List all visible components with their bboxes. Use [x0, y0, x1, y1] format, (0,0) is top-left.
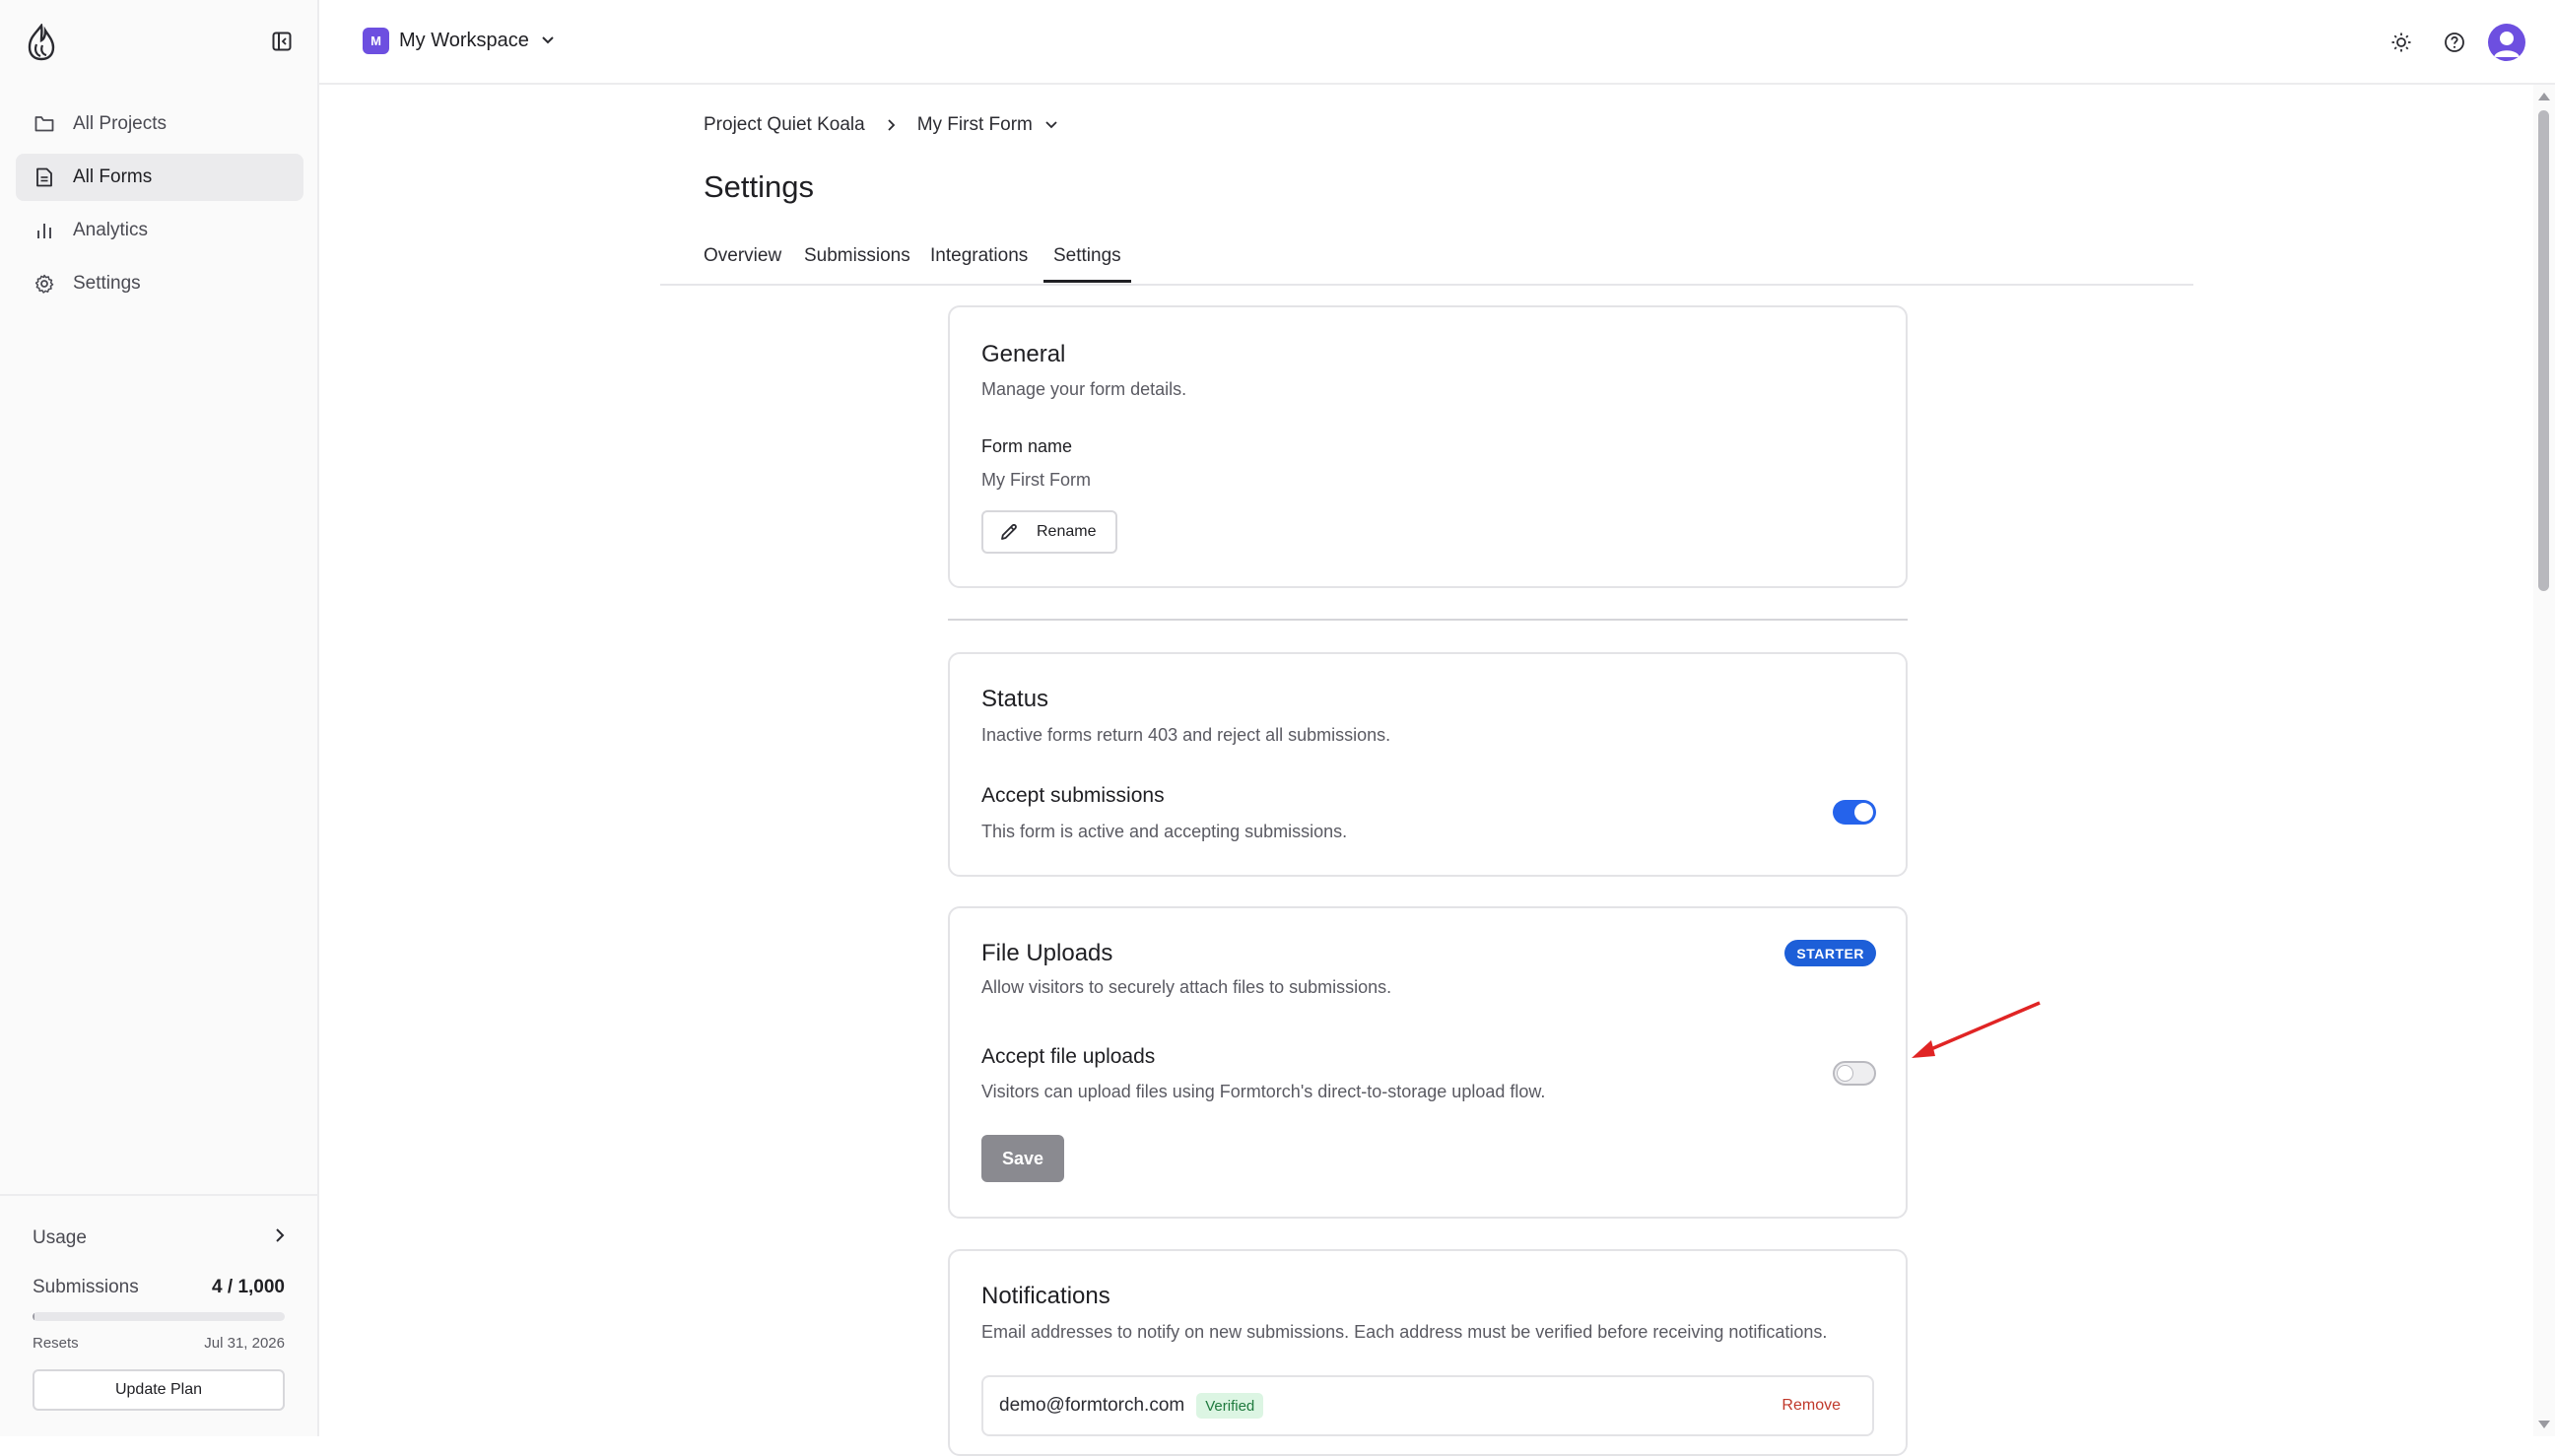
scroll-down-arrow-icon[interactable] — [2538, 1421, 2550, 1428]
workspace-switcher[interactable]: M My Workspace — [363, 28, 555, 54]
toggle-knob — [1854, 803, 1873, 822]
accept-file-uploads-label: Accept file uploads — [981, 1045, 1156, 1068]
top-icons — [2366, 24, 2525, 61]
usage-submissions-label: Submissions — [33, 1277, 139, 1297]
sidebar: All Projects All Forms Analytics Setting… — [0, 0, 319, 1436]
resets-date: Jul 31, 2026 — [204, 1335, 285, 1352]
save-button[interactable]: Save — [981, 1135, 1064, 1182]
section-divider — [948, 619, 1908, 621]
tab-submissions[interactable]: Submissions — [804, 245, 910, 280]
file-uploads-card: File Uploads STARTER Allow visitors to s… — [948, 906, 1908, 1219]
user-avatar-icon[interactable] — [2488, 24, 2525, 61]
top-bar: M My Workspace — [319, 0, 2555, 85]
accept-submissions-toggle[interactable] — [1833, 800, 1876, 825]
scroll-up-arrow-icon[interactable] — [2538, 93, 2550, 100]
tab-bar: Overview Submissions Integrations Settin… — [660, 236, 2193, 286]
sidebar-item-label: Analytics — [73, 220, 149, 240]
usage-header[interactable]: Usage — [33, 1227, 285, 1249]
notifications-card: Notifications Email addresses to notify … — [948, 1249, 1908, 1456]
rename-label: Rename — [1037, 523, 1097, 540]
general-description: Manage your form details. — [981, 379, 1187, 399]
annotation-arrow-icon — [1912, 1001, 2041, 1058]
page-scrollbar[interactable] — [2533, 85, 2555, 1436]
chevron-right-icon — [887, 118, 896, 132]
accept-submissions-description: This form is active and accepting submis… — [981, 822, 1348, 841]
sidebar-collapse-icon[interactable] — [268, 28, 296, 55]
form-name-value: My First Form — [981, 470, 1091, 490]
folder-icon — [34, 113, 55, 135]
notification-recipient-row: demo@formtorch.com Verified Remove — [981, 1375, 1874, 1436]
file-uploads-title: File Uploads — [981, 940, 1113, 966]
chevron-down-icon[interactable] — [1044, 120, 1058, 130]
help-icon[interactable] — [2437, 25, 2472, 60]
usage-submissions-value: 4 / 1,000 — [212, 1277, 285, 1297]
status-title: Status — [981, 686, 1049, 712]
tab-settings[interactable]: Settings — [1043, 245, 1131, 283]
workspace-name: My Workspace — [399, 30, 529, 51]
sidebar-item-settings[interactable]: Settings — [16, 260, 303, 307]
chevron-down-icon — [541, 33, 555, 50]
status-description: Inactive forms return 403 and reject all… — [981, 725, 1391, 745]
verified-badge: Verified — [1196, 1393, 1264, 1419]
status-card: Status Inactive forms return 403 and rej… — [948, 652, 1908, 877]
page-title: Settings — [704, 169, 815, 204]
sidebar-item-label: All Forms — [73, 166, 153, 187]
chevron-right-icon — [275, 1227, 285, 1249]
sidebar-item-label: All Projects — [73, 113, 168, 134]
accept-file-uploads-toggle[interactable] — [1833, 1061, 1876, 1086]
usage-resets-row: Resets Jul 31, 2026 — [33, 1335, 285, 1352]
recipient-email: demo@formtorch.com — [999, 1395, 1185, 1416]
pencil-icon — [999, 522, 1019, 542]
tab-overview[interactable]: Overview — [704, 245, 781, 280]
usage-submissions-row: Submissions 4 / 1,000 — [33, 1277, 285, 1298]
toggle-knob — [1837, 1065, 1853, 1082]
sidebar-item-all-projects[interactable]: All Projects — [16, 100, 303, 148]
starter-badge: STARTER — [1784, 940, 1876, 966]
gear-icon — [34, 273, 55, 295]
breadcrumb: Project Quiet Koala My First Form — [704, 114, 1058, 136]
sidebar-item-label: Settings — [73, 273, 141, 294]
breadcrumb-project[interactable]: Project Quiet Koala — [704, 114, 865, 136]
resets-label: Resets — [33, 1335, 79, 1352]
usage-title: Usage — [33, 1227, 87, 1248]
usage-progress-fill — [33, 1312, 34, 1321]
sidebar-item-analytics[interactable]: Analytics — [16, 207, 303, 254]
sidebar-item-all-forms[interactable]: All Forms — [16, 154, 303, 201]
file-uploads-description: Allow visitors to securely attach files … — [981, 977, 1392, 997]
sidebar-nav: All Projects All Forms Analytics Setting… — [16, 100, 303, 313]
accept-submissions-label: Accept submissions — [981, 784, 1165, 807]
scrollbar-thumb[interactable] — [2538, 110, 2549, 591]
breadcrumb-form[interactable]: My First Form — [917, 114, 1033, 136]
usage-progress-bar — [33, 1312, 285, 1321]
general-card: General Manage your form details. Form n… — [948, 305, 1908, 588]
tab-integrations[interactable]: Integrations — [930, 245, 1028, 280]
document-icon — [34, 166, 55, 188]
notifications-description: Email addresses to notify on new submiss… — [981, 1322, 1828, 1342]
notifications-title: Notifications — [981, 1283, 1110, 1309]
rename-button[interactable]: Rename — [981, 510, 1117, 554]
accept-file-uploads-description: Visitors can upload files using Formtorc… — [981, 1082, 1546, 1101]
form-name-label: Form name — [981, 436, 1073, 456]
update-plan-button[interactable]: Update Plan — [33, 1369, 285, 1411]
remove-recipient-button[interactable]: Remove — [1782, 1397, 1841, 1415]
bar-chart-icon — [34, 220, 55, 241]
flame-logo-icon[interactable] — [24, 23, 59, 61]
workspace-badge: M — [363, 28, 389, 54]
sun-icon[interactable] — [2384, 25, 2419, 60]
usage-panel: Usage Submissions 4 / 1,000 Resets Jul 3… — [0, 1194, 317, 1436]
general-title: General — [981, 341, 1066, 367]
